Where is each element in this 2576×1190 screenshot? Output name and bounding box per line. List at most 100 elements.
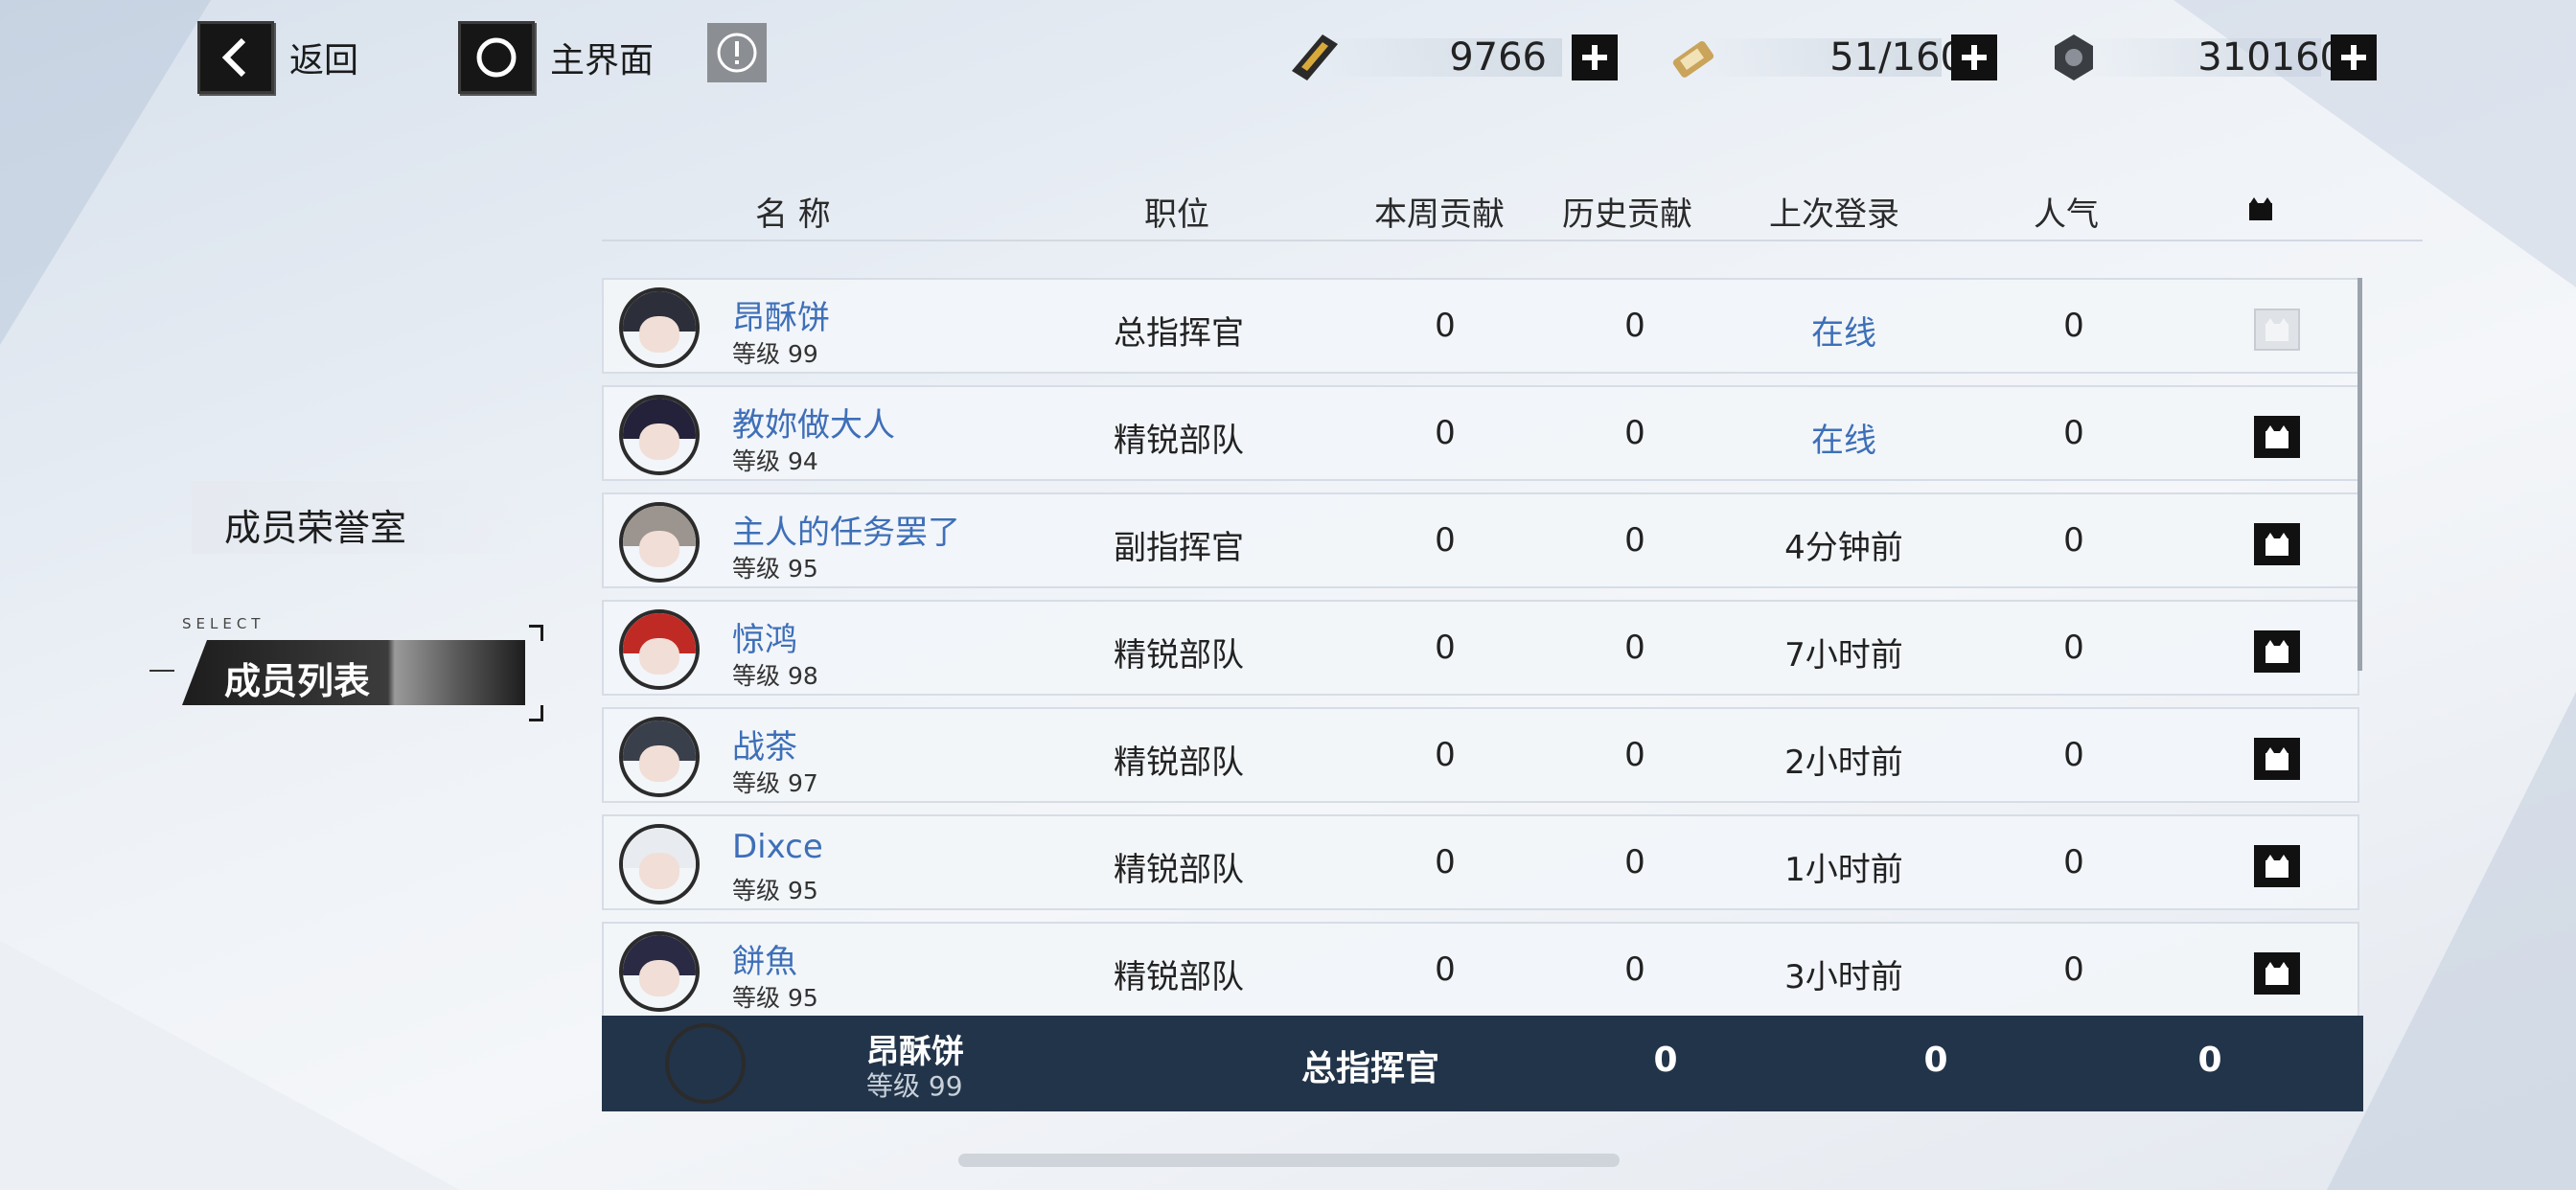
gift-button[interactable] [2254,738,2300,780]
gift-button[interactable] [2254,630,2300,673]
member-name[interactable]: 昂酥饼 [732,291,830,338]
member-history: 0 [1624,521,1645,560]
avatar [665,1023,746,1104]
home-indicator[interactable] [958,1154,1620,1167]
avatar[interactable] [619,609,700,690]
gift-button[interactable] [2254,952,2300,995]
header-position: 职位 [1144,195,1209,234]
header-divider [602,240,2423,241]
member-last-login: 3小时前 [1784,958,1903,996]
member-popularity: 0 [2063,843,2084,881]
sidebar-item-label: 成员荣誉室 [224,507,407,549]
member-popularity: 0 [2063,629,2084,667]
info-alert-icon[interactable] [707,23,767,82]
header-history: 历史贡献 [1562,195,1692,234]
add-battery-button[interactable] [1951,34,1997,80]
member-popularity: 0 [2063,950,2084,989]
member-history: 0 [1624,629,1645,667]
battery-value: 51/160 [1829,35,1965,80]
table-row[interactable]: 惊鸿 等级 98 精锐部队 0 0 7小时前 0 [602,600,2359,696]
gift-icon [2266,318,2288,341]
table-row[interactable]: 教妳做大人 等级 94 精锐部队 0 0 在线 0 [602,385,2359,481]
member-weekly: 0 [1435,736,1456,774]
member-name[interactable]: 教妳做大人 [732,399,895,446]
avatar[interactable] [619,717,700,797]
member-history: 0 [1624,843,1645,881]
back-label: 返回 [289,41,359,80]
gift-button[interactable] [2254,845,2300,887]
member-level: 等级 94 [732,447,818,475]
gift-button[interactable] [2254,309,2300,351]
gift-icon [2266,640,2288,663]
table-row[interactable]: 餅魚 等级 95 精锐部队 0 0 3小时前 0 [602,922,2359,1018]
resource-gold: 9766 [1284,27,1639,88]
member-last-login: 1小时前 [1784,851,1903,889]
member-name[interactable]: 餅魚 [732,935,797,982]
sidebar-item-honor-room[interactable]: 成员荣誉室 [192,481,537,554]
gift-icon [2266,425,2288,448]
gift-button[interactable] [2254,416,2300,458]
member-level: 等级 97 [732,769,818,797]
gold-ticket-icon [1292,34,1338,80]
member-weekly: 0 [1435,414,1456,452]
member-position: 总指挥官 [1114,314,1244,353]
member-level: 等级 95 [732,555,818,583]
table-row[interactable]: Dixce 等级 95 精锐部队 0 0 1小时前 0 [602,814,2359,910]
resource-battery: 51/160 [1664,27,2018,88]
avatar[interactable] [619,931,700,1012]
member-history: 0 [1624,950,1645,989]
member-position: 精锐部队 [1114,744,1244,782]
member-history: 0 [1624,307,1645,345]
table-row[interactable]: 战茶 等级 97 精锐部队 0 0 2小时前 0 [602,707,2359,803]
member-name[interactable]: 主人的任务罢了 [732,506,960,553]
scrollbar[interactable] [2358,278,2362,671]
member-level: 等级 95 [732,984,818,1012]
sidebar-item-label: 成员列表 [224,660,371,702]
circle-icon [458,21,535,94]
table-row[interactable]: 昂酥饼 等级 99 总指挥官 0 0 在线 0 [602,278,2359,374]
header-name: 名 称 [755,195,831,234]
self-level: 等级 99 [866,1070,963,1102]
avatar[interactable] [619,287,700,368]
sidebar-item-member-list[interactable]: 成员列表 [182,640,525,705]
avatar[interactable] [619,502,700,583]
add-gold-button[interactable] [1572,34,1618,80]
avatar[interactable] [619,395,700,475]
member-name[interactable]: 战茶 [732,721,797,767]
member-position: 精锐部队 [1114,851,1244,889]
select-tag: SELECT [182,615,265,632]
member-last-login: 7小时前 [1784,636,1903,675]
member-last-login: 4分钟前 [1784,529,1903,567]
member-position: 副指挥官 [1114,529,1244,567]
avatar[interactable] [619,824,700,904]
member-last-login: 在线 [1811,314,1876,353]
gift-button[interactable] [2254,523,2300,565]
member-popularity: 0 [2063,736,2084,774]
gift-icon [2248,195,2273,226]
member-weekly: 0 [1435,307,1456,345]
back-button[interactable]: 返回 [197,21,358,94]
table-row[interactable]: 主人的任务罢了 等级 95 副指挥官 0 0 4分钟前 0 [602,492,2359,588]
member-position: 精锐部队 [1114,636,1244,675]
member-position: 精锐部队 [1114,422,1244,460]
gift-icon [2266,855,2288,878]
bracket-top [529,625,543,641]
member-level: 等级 98 [732,662,818,690]
member-name[interactable]: 惊鸿 [732,613,797,660]
home-button[interactable]: 主界面 [458,21,654,94]
battery-icon [1672,41,1714,78]
member-popularity: 0 [2063,307,2084,345]
gift-icon [2266,962,2288,985]
member-history: 0 [1624,736,1645,774]
self-position: 总指挥官 [1300,1049,1440,1088]
header-popularity: 人气 [2034,195,2099,234]
header-weekly: 本周贡献 [1374,195,1505,234]
member-weekly: 0 [1435,521,1456,560]
gift-icon [2266,747,2288,770]
member-position: 精锐部队 [1114,958,1244,996]
resource-parts: 310160 [2043,27,2398,88]
add-parts-button[interactable] [2331,34,2377,80]
member-level: 等级 95 [732,877,818,904]
member-name[interactable]: Dixce [732,828,823,866]
member-last-login: 在线 [1811,422,1876,460]
